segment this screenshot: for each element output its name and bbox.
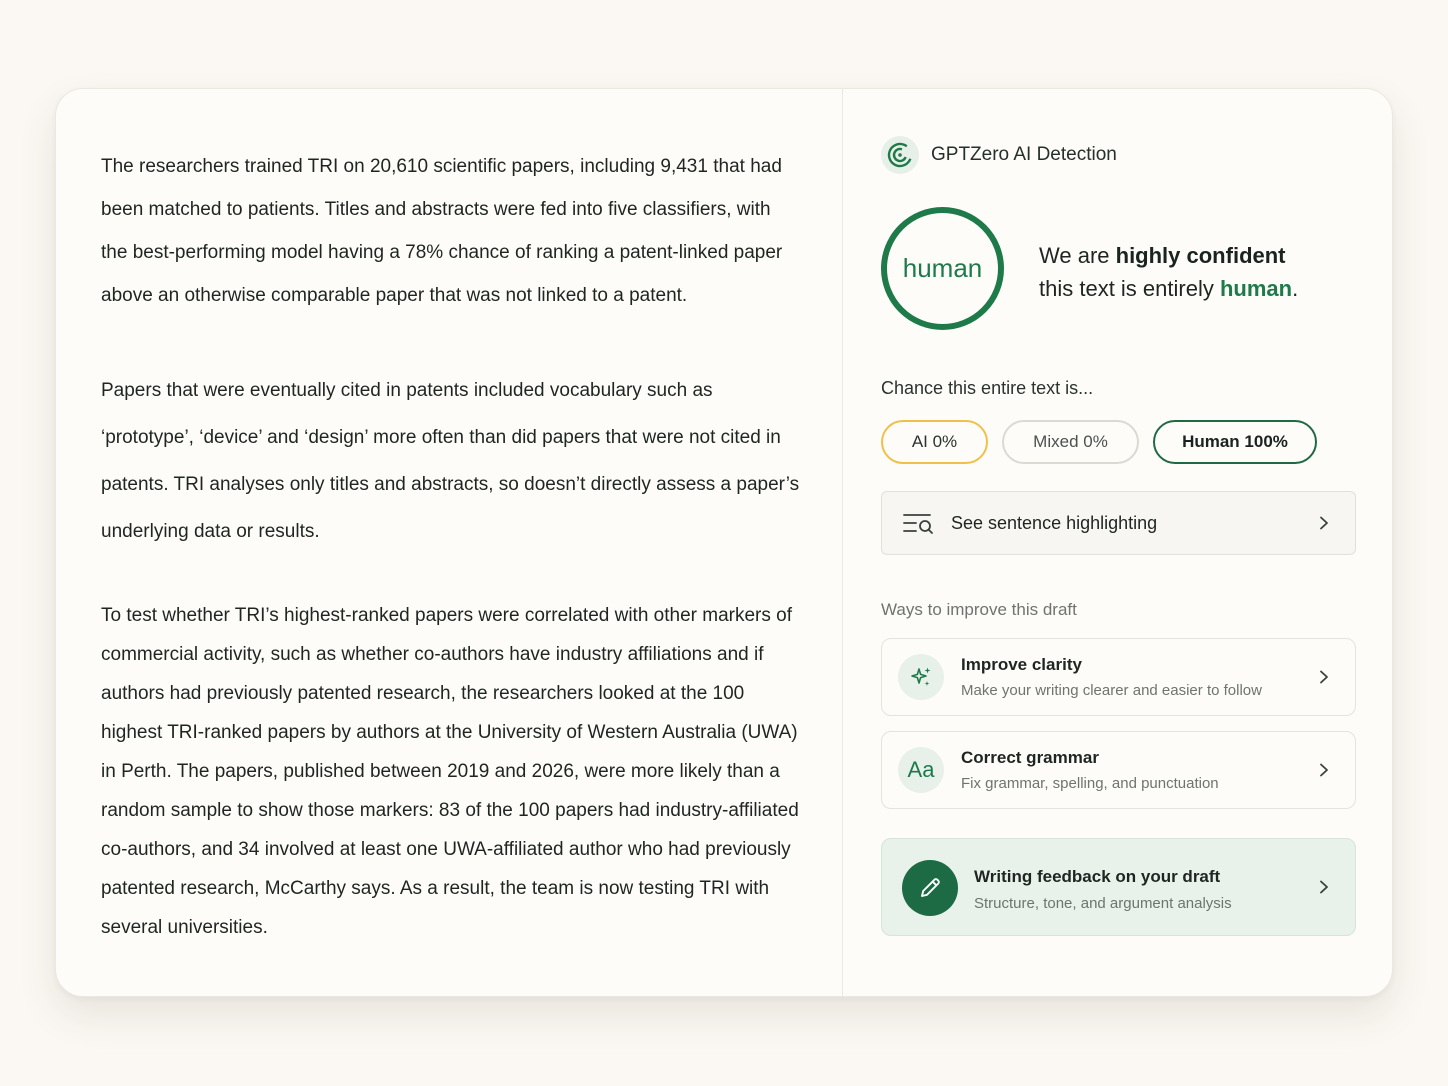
- article-paragraph-1: The researchers trained TRI on 20,610 sc…: [101, 156, 783, 306]
- article-paragraph-3: To test whether TRI’s highest-ranked pap…: [101, 605, 799, 938]
- ai-score-label: AI 0%: [911, 432, 958, 451]
- detection-panel: GPTZero AI Detection human We are highly…: [843, 89, 1392, 996]
- sentence-highlighting-button[interactable]: See sentence highlighting: [881, 491, 1356, 555]
- detector-title: GPTZero AI Detection: [931, 144, 1117, 165]
- verdict-ring: human: [881, 207, 1004, 330]
- ai-score-pill[interactable]: AI 0%: [881, 420, 988, 464]
- text-aa-icon: Aa: [898, 747, 944, 793]
- confidence-suffix: .: [1292, 276, 1299, 301]
- chance-label: Chance this entire text is...: [881, 378, 1094, 398]
- confidence-statement: We are highly confident this text is ent…: [1039, 239, 1298, 305]
- brand-header: GPTZero AI Detection: [881, 136, 1117, 174]
- detection-card: The researchers trained TRI on 20,610 sc…: [55, 88, 1393, 997]
- sentence-highlighting-label: See sentence highlighting: [951, 512, 1158, 533]
- confidence-result: human: [1219, 276, 1293, 301]
- writing-feedback-title: Writing feedback on your draft: [974, 867, 1221, 886]
- confidence-middle: this text is entirely: [1039, 276, 1220, 301]
- ways-to-improve-label: Ways to improve this draft: [881, 600, 1077, 619]
- improve-clarity-title: Improve clarity: [961, 655, 1082, 674]
- gptzero-logo-icon: [881, 136, 919, 174]
- improve-clarity-subtitle: Make your writing clearer and easier to …: [961, 682, 1262, 699]
- chevron-right-icon: [1320, 763, 1328, 777]
- chevron-right-icon: [1320, 880, 1328, 894]
- writing-feedback-subtitle: Structure, tone, and argument analysis: [974, 895, 1232, 912]
- writing-feedback-button[interactable]: Writing feedback on your draft Structure…: [881, 838, 1356, 936]
- pencil-icon: [902, 860, 958, 916]
- mixed-score-pill[interactable]: Mixed 0%: [1002, 420, 1139, 464]
- confidence-prefix: We are: [1039, 243, 1116, 268]
- improve-clarity-button[interactable]: Improve clarity Make your writing cleare…: [881, 638, 1356, 716]
- article-panel: The researchers trained TRI on 20,610 sc…: [56, 89, 842, 996]
- human-score-label: Human 100%: [1182, 432, 1288, 451]
- verdict-label: human: [902, 253, 983, 283]
- mixed-score-label: Mixed 0%: [1033, 432, 1108, 451]
- correct-grammar-subtitle: Fix grammar, spelling, and punctuation: [961, 775, 1219, 792]
- article-paragraph-2: Papers that were eventually cited in pat…: [101, 380, 800, 542]
- correct-grammar-button[interactable]: Aa Correct grammar Fix grammar, spelling…: [881, 731, 1356, 809]
- human-score-pill[interactable]: Human 100%: [1153, 420, 1317, 464]
- correct-grammar-title: Correct grammar: [961, 748, 1099, 767]
- search-lines-icon: [903, 514, 933, 534]
- sparkle-icon: [898, 654, 944, 700]
- chevron-right-icon: [1320, 516, 1328, 530]
- chevron-right-icon: [1320, 670, 1328, 684]
- confidence-emphasis: highly confident: [1115, 243, 1286, 268]
